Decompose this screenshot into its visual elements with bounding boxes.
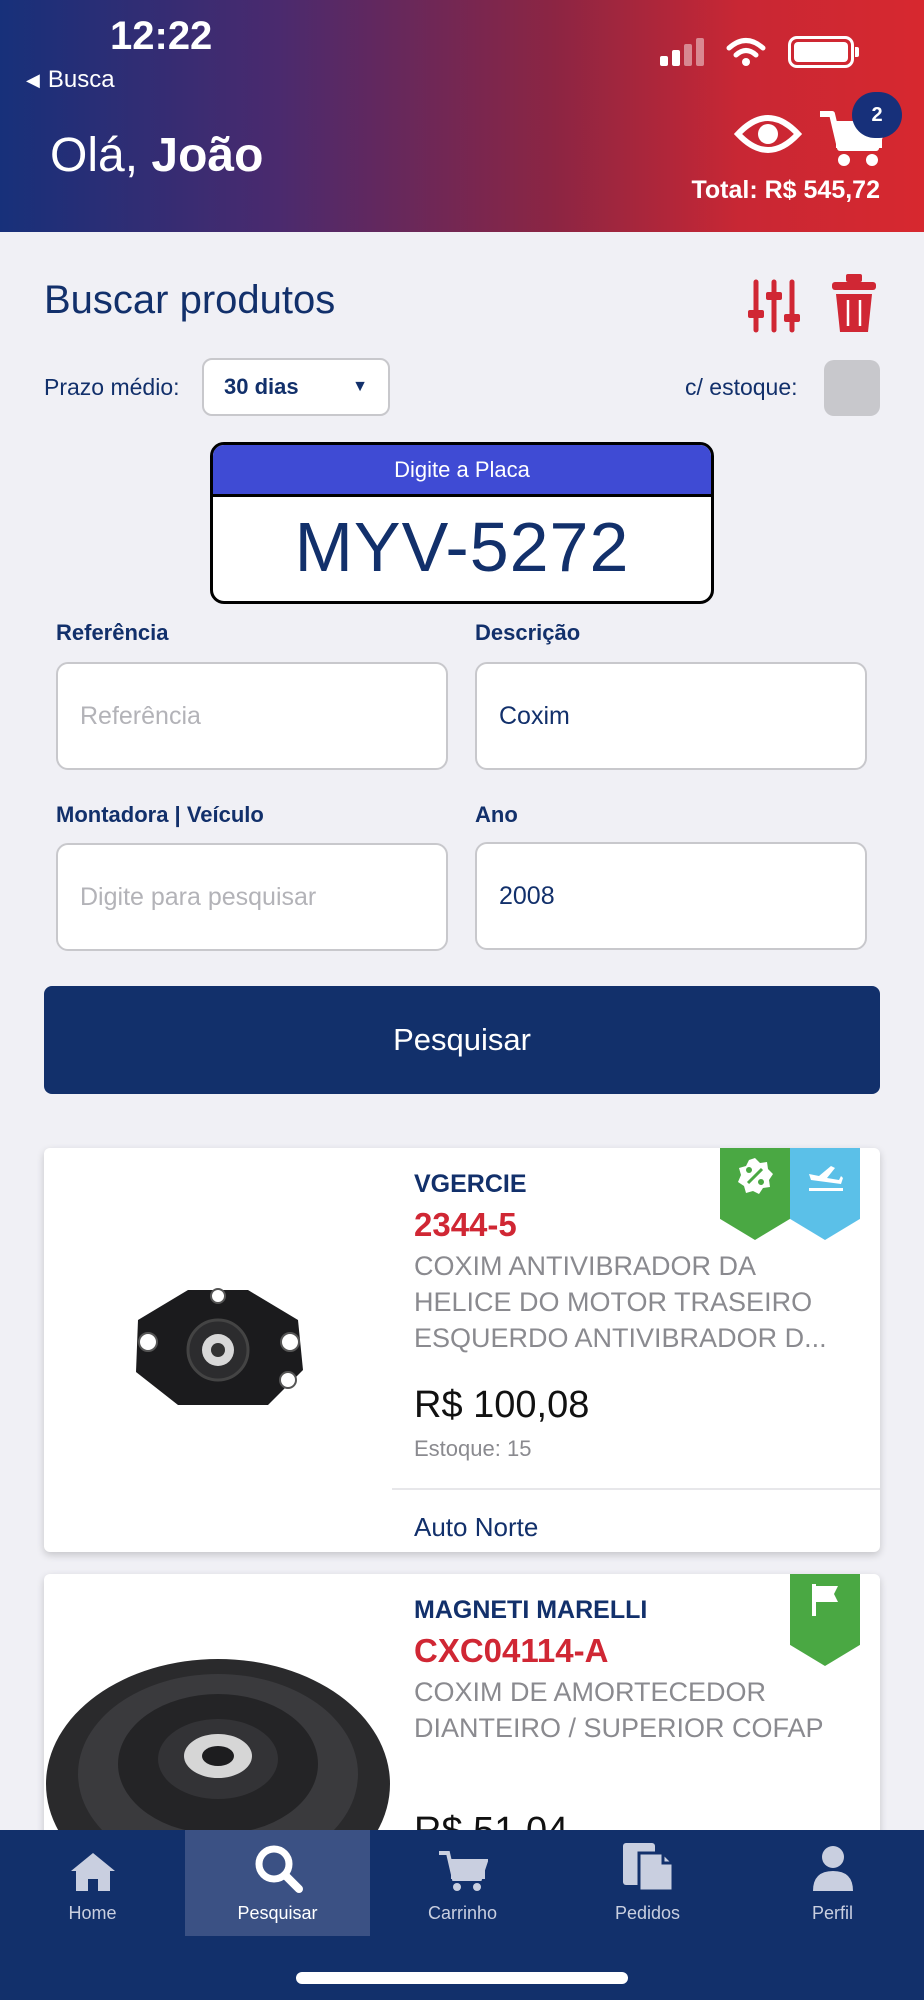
cart-count-badge: 2 bbox=[852, 92, 902, 138]
product-description: COXIM ANTIVIBRADOR DA HELICE DO MOTOR TR… bbox=[414, 1251, 827, 1353]
product-price: R$ 100,08 bbox=[414, 1384, 590, 1426]
estoque-checkbox[interactable] bbox=[824, 360, 880, 416]
home-icon bbox=[70, 1853, 115, 1891]
tab-label: Home bbox=[68, 1903, 117, 1923]
search-icon bbox=[255, 1845, 303, 1893]
wifi-icon bbox=[726, 38, 766, 66]
orders-icon bbox=[622, 1843, 674, 1893]
tab-carrinho[interactable]: Carrinho bbox=[370, 1830, 555, 1936]
tab-home[interactable]: Home bbox=[0, 1830, 185, 1936]
tab-label: Perfil bbox=[811, 1903, 853, 1923]
referencia-label: Referência bbox=[56, 620, 169, 645]
ano-input[interactable]: 2008 bbox=[475, 842, 867, 950]
airplane-icon bbox=[809, 1166, 843, 1191]
discount-icon bbox=[738, 1158, 773, 1194]
referencia-input[interactable]: Referência bbox=[56, 662, 448, 770]
tab-label: Pesquisar bbox=[237, 1903, 318, 1923]
descricao-input[interactable]: Coxim bbox=[475, 662, 867, 770]
card-divider bbox=[392, 1488, 880, 1490]
status-time: 12:22 bbox=[110, 14, 213, 58]
product-brand: MAGNETI MARELLI bbox=[414, 1596, 648, 1624]
cart-icon bbox=[438, 1851, 488, 1891]
product-card[interactable]: VGERCIE 2344-5 COXIM ANTIVIBRADOR DA HEL… bbox=[44, 1148, 880, 1552]
back-to-busca-link[interactable]: ◀ Busca bbox=[26, 66, 115, 94]
profile-icon bbox=[812, 1846, 853, 1891]
search-button[interactable]: Pesquisar bbox=[44, 986, 880, 1094]
product-stock: Estoque: 15 bbox=[414, 1436, 532, 1461]
flag-icon bbox=[812, 1584, 838, 1616]
product-supplier: Auto Norte bbox=[414, 1512, 539, 1542]
trash-icon[interactable] bbox=[832, 274, 876, 334]
product-description: COXIM DE AMORTECEDOR DIANTEIRO / SUPERIO… bbox=[414, 1677, 824, 1743]
prazo-label: Prazo médio: bbox=[44, 374, 180, 400]
eye-icon[interactable] bbox=[734, 108, 802, 160]
app-header: 12:22 ◀ Busca Olá, João 2 Total: R$ 545,… bbox=[0, 0, 924, 232]
prazo-select[interactable]: 30 dias ▼ bbox=[202, 358, 390, 416]
product-brand: VGERCIE bbox=[414, 1170, 527, 1198]
dropdown-arrow-icon: ▼ bbox=[352, 378, 368, 395]
prazo-value: 30 dias bbox=[224, 374, 299, 399]
back-label: Busca bbox=[47, 66, 115, 93]
engine-mount-image bbox=[136, 1288, 303, 1405]
plate-header: Digite a Placa bbox=[213, 445, 711, 497]
estoque-label: c/ estoque: bbox=[685, 374, 798, 400]
flag-badge bbox=[790, 1574, 860, 1666]
filter-sliders-icon[interactable] bbox=[748, 278, 800, 334]
signal-icon bbox=[660, 38, 704, 66]
product-code: CXC04114-A bbox=[414, 1632, 609, 1669]
shipping-badge bbox=[790, 1148, 860, 1240]
montadora-input[interactable]: Digite para pesquisar bbox=[56, 843, 448, 951]
cart-total: Total: R$ 545,72 bbox=[691, 176, 880, 204]
greeting: Olá, João bbox=[50, 128, 263, 183]
ano-label: Ano bbox=[475, 802, 518, 827]
descricao-label: Descrição bbox=[475, 620, 581, 645]
status-icons bbox=[660, 36, 859, 68]
plate-value: MYV-5272 bbox=[294, 508, 630, 586]
battery-icon bbox=[788, 36, 859, 68]
product-card[interactable]: MAGNETI MARELLI CXC04114-A COXIM DE AMOR… bbox=[44, 1574, 880, 1874]
plate-input[interactable]: Digite a Placa MYV-5272 bbox=[210, 442, 714, 604]
user-name: João bbox=[151, 129, 264, 182]
montadora-label: Montadora | Veículo bbox=[56, 802, 264, 827]
tab-label: Pedidos bbox=[614, 1903, 681, 1923]
product-code: 2344-5 bbox=[414, 1206, 517, 1243]
tab-pedidos[interactable]: Pedidos bbox=[555, 1830, 740, 1936]
page-title: Buscar produtos bbox=[44, 278, 336, 322]
tab-pesquisar[interactable]: Pesquisar bbox=[185, 1830, 370, 1936]
discount-badge bbox=[720, 1148, 790, 1240]
greeting-prefix: Olá, bbox=[50, 129, 139, 182]
home-indicator bbox=[296, 1972, 628, 1984]
tab-perfil[interactable]: Perfil bbox=[740, 1830, 924, 1936]
tab-label: Carrinho bbox=[427, 1903, 498, 1923]
product-image bbox=[44, 1148, 392, 1552]
product-image bbox=[44, 1574, 392, 1874]
back-arrow-icon: ◀ bbox=[26, 69, 40, 90]
